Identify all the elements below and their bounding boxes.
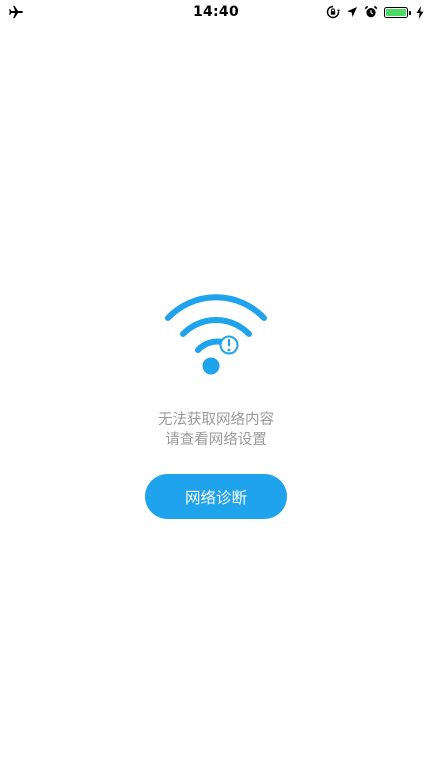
status-left (8, 0, 24, 24)
battery-icon (384, 6, 411, 18)
error-message-line2: 请查看网络设置 (165, 432, 267, 448)
network-error-state: 无法获取网络内容 请查看网络设置 网络诊断 (0, 290, 432, 519)
app-screen: 14:40 无法获取网络内容 请查看网络设置 网络诊断 (0, 0, 432, 768)
battery-level-fill (386, 8, 406, 16)
airplane-icon (8, 5, 24, 19)
network-diagnose-button[interactable]: 网络诊断 (145, 474, 287, 519)
status-bar: 14:40 (0, 0, 432, 24)
location-arrow-icon (346, 6, 358, 18)
orientation-lock-icon (326, 5, 340, 19)
alarm-clock-icon (364, 5, 378, 19)
status-right (326, 0, 424, 24)
error-message-line1: 无法获取网络内容 (158, 412, 274, 428)
wifi-alert-icon (161, 290, 271, 380)
error-message: 无法获取网络内容 请查看网络设置 (158, 410, 274, 450)
charging-bolt-icon (416, 5, 424, 19)
